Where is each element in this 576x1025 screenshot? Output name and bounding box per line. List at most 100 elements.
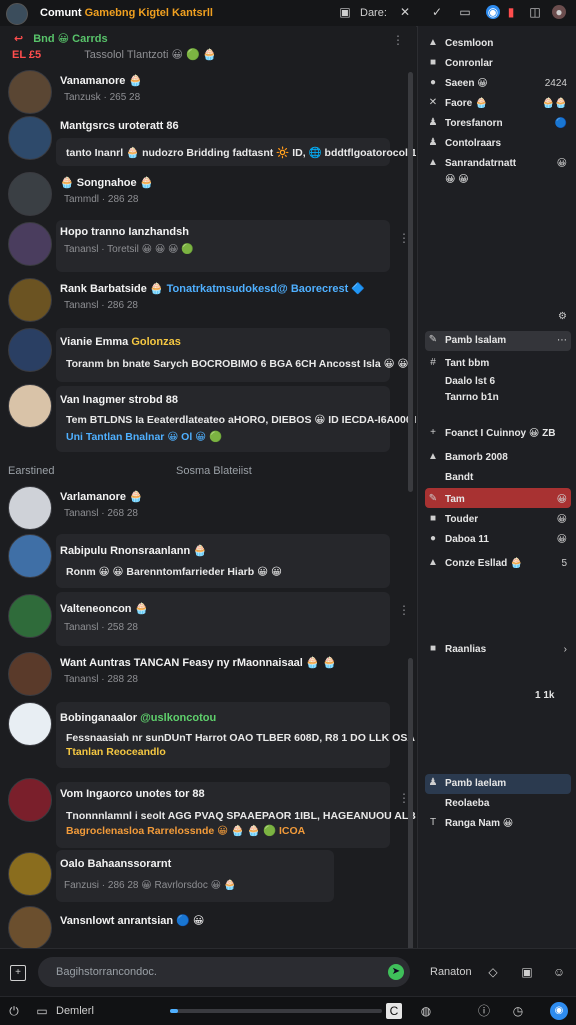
sidebar-item[interactable]: ■ Touder 😀 — [425, 512, 571, 528]
power-icon[interactable]: ⏻ — [6, 1003, 22, 1019]
sidebar-item[interactable]: ▲ Sanrandatrnatt 😀 — [425, 156, 571, 172]
message-author[interactable]: Mantgsrcs uroteratt 86 — [60, 120, 179, 132]
sidebar-item[interactable]: ♟ Pamb laelam — [425, 776, 571, 792]
sidebar-item[interactable]: ■ Conronlar — [425, 56, 571, 72]
more-icon[interactable]: ⋯ — [557, 335, 567, 346]
sidebar-item[interactable]: ● Saeen 😀 2424 — [425, 76, 571, 92]
message-author[interactable]: Oalo Bahaanssorarnt — [60, 858, 171, 870]
sidebar-item[interactable]: ✎ Tam 😀 — [425, 492, 571, 508]
app-icon[interactable]: C — [386, 1003, 402, 1019]
author-name[interactable]: Bobinganaalor — [60, 712, 137, 724]
avatar[interactable] — [8, 534, 52, 578]
avatar[interactable] — [8, 328, 52, 372]
attach-icon[interactable]: + — [10, 965, 26, 981]
sidebar-item[interactable]: + Foanct I Cuinnoy 😀 ZB — [425, 426, 571, 442]
message-author[interactable]: Valteneoncon 🧁 — [60, 602, 148, 615]
message[interactable]: Vanamanore 🧁 Tanzusk · 265 28 — [8, 70, 392, 114]
message[interactable]: Hopo tranno Ianzhandsh Tanansl · Toretsi… — [8, 220, 410, 274]
window-icon[interactable]: ▭ — [458, 5, 472, 19]
message[interactable]: Want Auntras TANCAN Feasy ny rMaonnaisaa… — [8, 652, 392, 696]
message-author[interactable]: Van Inagmer strobd 88 — [60, 394, 178, 406]
gif-icon[interactable]: ◇ — [486, 965, 500, 979]
message-author[interactable]: Want Auntras TANCAN Feasy ny rMaonnaisaa… — [60, 656, 336, 669]
avatar[interactable] — [8, 384, 52, 428]
message[interactable]: Toranm bn bnate Sarych BOCROBIMO 6 BGA 6… — [8, 328, 408, 384]
sidebar-item[interactable]: 😀 😀 — [425, 172, 571, 188]
avatar[interactable] — [8, 906, 52, 948]
avatar[interactable] — [8, 70, 52, 114]
message-author[interactable]: Vanamanore 🧁 — [60, 74, 142, 87]
sidebar-item[interactable]: ▲ Cesmloon — [425, 36, 571, 52]
sidebar-item[interactable]: ♟ Toresfanorn 🔵 — [425, 116, 571, 132]
message-author[interactable]: Vianie Emma Golonzas — [60, 336, 181, 348]
message-author[interactable]: Rank Barbatside 🧁 Tonatrkatmsudokesd@ Ba… — [60, 282, 365, 295]
sidebar-item[interactable]: ▲ Conze Esllad 🧁 5 — [425, 556, 571, 572]
folder-icon[interactable]: ▭ — [34, 1003, 50, 1019]
message-author[interactable]: Varlamanore 🧁 — [60, 490, 143, 503]
avatar[interactable] — [8, 594, 52, 638]
message[interactable]: Varlamanore 🧁 Tanansl · 268 28 — [8, 486, 392, 530]
avatar[interactable] — [8, 116, 52, 160]
start-icon[interactable]: ◉ — [550, 1002, 568, 1020]
avatar[interactable] — [8, 702, 52, 746]
send-icon[interactable]: ➤ — [388, 964, 404, 980]
message-author[interactable]: 🧁 Songnahoe 🧁 — [60, 176, 153, 189]
message[interactable]: 🧁 Songnahoe 🧁 Tammdl · 286 28 — [8, 172, 392, 216]
sticker-icon[interactable]: ▣ — [520, 965, 534, 979]
message[interactable]: Valteneoncon 🧁 Tanansl · 258 28 ⋮ — [8, 592, 410, 648]
media-progress[interactable] — [170, 1009, 382, 1013]
message-author[interactable]: Vansnlowt anrantsian 🔵 😀 — [60, 914, 204, 927]
author-name[interactable]: Rank Barbatside 🧁 — [60, 283, 164, 295]
message-menu-icon[interactable]: ⋮ — [398, 604, 410, 616]
avatar[interactable] — [8, 852, 52, 896]
user-avatar[interactable] — [6, 3, 28, 25]
message-author[interactable]: Rabipulu Rnonsraanlann 🧁 — [60, 544, 207, 557]
sidebar-item[interactable]: ■ Raanlias › — [425, 642, 571, 658]
chevron-right-icon[interactable]: › — [564, 644, 567, 655]
sidebar-settings[interactable]: ⚙ — [425, 309, 571, 325]
avatar[interactable] — [8, 278, 52, 322]
chat-scrollbar[interactable] — [408, 72, 413, 492]
sidebar-item[interactable]: 1 1k — [425, 688, 571, 704]
sidebar-item[interactable]: ♟ Contolraars — [425, 136, 571, 152]
message[interactable]: Tnonnnlamnl i seolt AGG PVAQ SPAAEPAOR 1… — [8, 778, 416, 850]
sidebar-item[interactable]: ✎ Pamb lsalam ⋯ — [425, 333, 571, 349]
message-author[interactable]: Bobinganaalor @uslkoncotou — [60, 712, 216, 724]
notification-icon[interactable]: ▮ — [504, 5, 518, 19]
sidebar-item[interactable]: ✕ Faore 🧁 🧁🧁 — [425, 96, 571, 112]
message[interactable]: Vansnlowt anrantsian 🔵 😀 — [8, 906, 392, 948]
sidebar-item[interactable]: Bandt — [425, 470, 571, 486]
message-menu-icon[interactable]: ⋮ — [398, 792, 410, 804]
message-author[interactable]: Vom Ingaorco unotes tor 88 — [60, 788, 205, 800]
chat-scrollbar-lower[interactable] — [408, 658, 413, 948]
message[interactable]: Mantgsrcs uroteratt 86 tanto Inanrl 🧁 nu… — [8, 116, 416, 172]
sidebar-item[interactable]: ▲ Bamorb 2008 — [425, 450, 571, 466]
message[interactable]: Fessnaasiah nr sunDUnT Harrot OAO TLBER … — [8, 702, 415, 772]
emoji-icon[interactable]: ☺ — [552, 965, 566, 979]
avatar[interactable] — [8, 778, 52, 822]
sidebar-item[interactable]: # Tant bbm — [425, 356, 571, 372]
message-author[interactable]: Hopo tranno Ianzhandsh — [60, 226, 189, 238]
sidebar-item[interactable]: Tanrno b1n — [425, 390, 571, 406]
clock-icon[interactable]: ◷ — [510, 1003, 526, 1019]
message[interactable]: Oalo Bahaanssorarnt Fanzusi · 286 28 😀 R… — [8, 850, 392, 904]
sidebar-item[interactable]: Reolaeba — [425, 796, 571, 812]
browser-icon[interactable]: ◉ — [486, 5, 500, 19]
avatar[interactable] — [8, 172, 52, 216]
message[interactable]: Tem BTLDNS Ia Eeaterdlateateo aHORO, DIE… — [8, 384, 416, 454]
back-icon[interactable]: ↩ — [14, 33, 23, 45]
edit-icon[interactable]: ✓ — [430, 5, 444, 19]
header-menu-icon[interactable]: ⋮ — [392, 34, 404, 46]
sidebar-item[interactable]: ● Daboa 11 😀 — [425, 532, 571, 548]
globe-icon[interactable]: ◍ — [418, 1003, 434, 1019]
avatar[interactable] — [8, 486, 52, 530]
avatar[interactable] — [8, 222, 52, 266]
info-icon[interactable]: ⓘ — [476, 1003, 492, 1019]
avatar[interactable] — [8, 652, 52, 696]
message-input[interactable]: Bagihstorrancondoc. — [38, 957, 410, 987]
author-name[interactable]: Vianie Emma — [60, 336, 128, 348]
message[interactable]: Ronm 😀 😀 Barenntomfarrieder Hiarb 😀 😀 Ra… — [8, 534, 392, 590]
calendar-icon[interactable]: ▣ — [338, 5, 352, 19]
message-menu-icon[interactable]: ⋮ — [398, 232, 410, 244]
close-icon[interactable]: ✕ — [398, 5, 412, 19]
